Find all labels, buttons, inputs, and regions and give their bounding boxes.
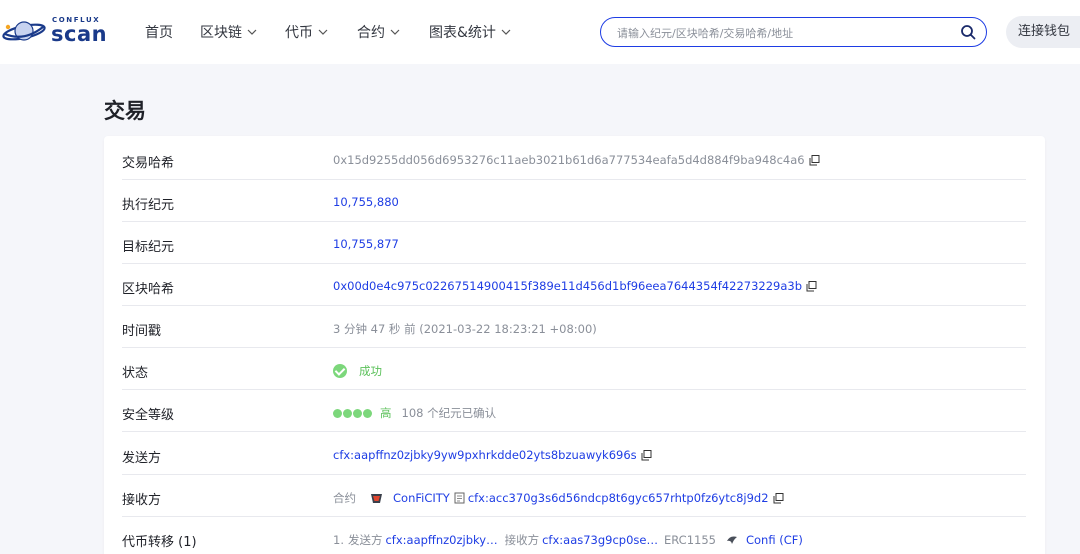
transfer-to-label: 接收方 — [504, 533, 540, 547]
top-bar: CONFLUX scan 首页 区块链 代币 合约 图表&统计 连接钱包 — [0, 0, 1080, 64]
status-value: 成功 — [359, 364, 382, 378]
copy-icon[interactable] — [809, 154, 820, 166]
target-epoch-label: 目标纪元 — [122, 240, 175, 255]
planet-logo-icon — [2, 21, 46, 41]
target-epoch-link[interactable]: 10,755,877 — [333, 237, 399, 251]
confi-token-icon — [726, 536, 737, 544]
row-from: 发送方 cfx:aapffnz0zjbky9yw9pxhrkdde02yts8b… — [122, 433, 1026, 475]
logo-text-scan: scan — [51, 22, 108, 46]
security-label: 安全等级 — [122, 408, 175, 423]
nav-tokens-label: 代币 — [285, 25, 313, 41]
tx-hash-label: 交易哈希 — [122, 156, 175, 171]
transfer-standard: ERC1155 — [664, 533, 716, 547]
status-value-wrap: 成功 — [333, 363, 382, 379]
search-icon[interactable] — [960, 24, 976, 40]
transfer-from-link[interactable]: cfx:aapffnz0zjbky… — [385, 533, 497, 547]
row-tx-hash: 交易哈希 0x15d9255dd056d6953276c11aeb3021b61… — [122, 138, 1026, 180]
tx-hash-value-wrap: 0x15d9255dd056d6953276c11aeb3021b61d6a77… — [333, 153, 820, 167]
block-hash-value-wrap: 0x00d0e4c975c02267514900415f389e11d456d1… — [333, 279, 817, 293]
transfer-token-link[interactable]: Confi (CF) — [746, 533, 803, 547]
page-title: 交易 — [104, 99, 146, 123]
copy-icon[interactable] — [806, 280, 817, 292]
transaction-details-card: 交易哈希 0x15d9255dd056d6953276c11aeb3021b61… — [104, 136, 1045, 554]
security-level: 高 — [380, 406, 392, 420]
to-value-wrap: 合约 ConFiCITY cfx:acc370g3s6d56ndcp8t6gyc… — [333, 490, 784, 506]
transfer-to-link[interactable]: cfx:aas73g9cp0se… — [542, 533, 658, 547]
from-value-wrap: cfx:aapffnz0zjbky9yw9pxhrkdde02yts8bzuaw… — [333, 448, 652, 462]
exec-epoch-label: 执行纪元 — [122, 198, 175, 213]
row-token-transfer: 代币转移 (1) 1. 发送方 cfx:aapffnz0zjbky… 接收方 c… — [122, 517, 1026, 554]
copy-icon[interactable] — [773, 492, 784, 504]
nav-contracts[interactable]: 合约 — [357, 22, 401, 42]
exec-epoch-value-wrap: 10,755,880 — [333, 195, 399, 209]
tx-hash-value: 0x15d9255dd056d6953276c11aeb3021b61d6a77… — [333, 153, 805, 167]
to-address-link[interactable]: cfx:acc370g3s6d56ndcp8t6gyc657rhtp0fz6yt… — [468, 491, 769, 505]
row-exec-epoch: 执行纪元 10,755,880 — [122, 180, 1026, 222]
nav-blockchain[interactable]: 区块链 — [200, 22, 258, 42]
nav-tokens[interactable]: 代币 — [285, 22, 329, 42]
from-label: 发送方 — [122, 451, 162, 466]
to-contract-prefix: 合约 — [333, 491, 356, 505]
timestamp-value: 3 分钟 47 秒 前 (2021-03-22 18:23:21 +08:00) — [333, 322, 597, 336]
security-dot-icon — [333, 408, 342, 418]
to-token-name-link[interactable]: ConFiCITY — [393, 491, 450, 505]
success-check-icon — [333, 364, 347, 378]
chevron-down-icon — [390, 29, 400, 35]
row-to: 接收方 合约 ConFiCITY cfx:acc370g3s6d56ndcp8t… — [122, 475, 1026, 517]
chevron-down-icon — [247, 29, 257, 35]
chevron-down-icon — [501, 29, 511, 35]
target-epoch-value-wrap: 10,755,877 — [333, 237, 399, 251]
exec-epoch-link[interactable]: 10,755,880 — [333, 195, 399, 209]
nav-charts-stats[interactable]: 图表&统计 — [429, 22, 512, 42]
security-value-wrap: 高 108 个纪元已确认 — [333, 405, 496, 421]
timestamp-label: 时间戳 — [122, 324, 162, 339]
nav-blockchain-label: 区块链 — [200, 25, 242, 41]
token-transfer-value-wrap: 1. 发送方 cfx:aapffnz0zjbky… 接收方 cfx:aas73g… — [333, 532, 803, 548]
copy-icon[interactable] — [641, 449, 652, 461]
nav-home[interactable]: 首页 — [145, 22, 173, 42]
connect-wallet-button[interactable]: 连接钱包 — [1006, 16, 1080, 48]
search-bar — [600, 17, 987, 47]
row-block-hash: 区块哈希 0x00d0e4c975c02267514900415f389e11d… — [122, 264, 1026, 306]
security-confirm-text: 108 个纪元已确认 — [401, 406, 497, 420]
chevron-down-icon — [318, 29, 328, 35]
confluxscan-logo[interactable]: CONFLUX scan — [2, 14, 107, 48]
nav-home-label: 首页 — [145, 25, 173, 41]
block-hash-label: 区块哈希 — [122, 282, 175, 297]
block-hash-link[interactable]: 0x00d0e4c975c02267514900415f389e11d456d1… — [333, 279, 802, 293]
security-dot-icon — [363, 408, 372, 418]
status-label: 状态 — [122, 366, 149, 381]
nav-contracts-label: 合约 — [357, 25, 385, 41]
row-timestamp: 时间戳 3 分钟 47 秒 前 (2021-03-22 18:23:21 +08… — [122, 306, 1026, 348]
security-dot-icon — [353, 408, 362, 418]
timestamp-value-wrap: 3 分钟 47 秒 前 (2021-03-22 18:23:21 +08:00) — [333, 321, 597, 337]
row-security: 安全等级 高 108 个纪元已确认 — [122, 390, 1026, 432]
transfer-from-label: 发送方 — [347, 533, 383, 547]
row-target-epoch: 目标纪元 10,755,877 — [122, 222, 1026, 264]
row-status: 状态 成功 — [122, 348, 1026, 390]
search-input[interactable] — [617, 24, 947, 42]
to-label: 接收方 — [122, 493, 162, 508]
token-transfer-label: 代币转移 (1) — [122, 535, 197, 550]
nav-charts-stats-label: 图表&统计 — [429, 25, 496, 41]
from-address-link[interactable]: cfx:aapffnz0zjbky9yw9pxhrkdde02yts8bzuaw… — [333, 448, 637, 462]
conficity-token-icon — [371, 493, 382, 503]
transfer-index: 1. — [333, 533, 344, 547]
security-dot-icon — [343, 408, 352, 418]
contract-document-icon — [454, 492, 465, 504]
